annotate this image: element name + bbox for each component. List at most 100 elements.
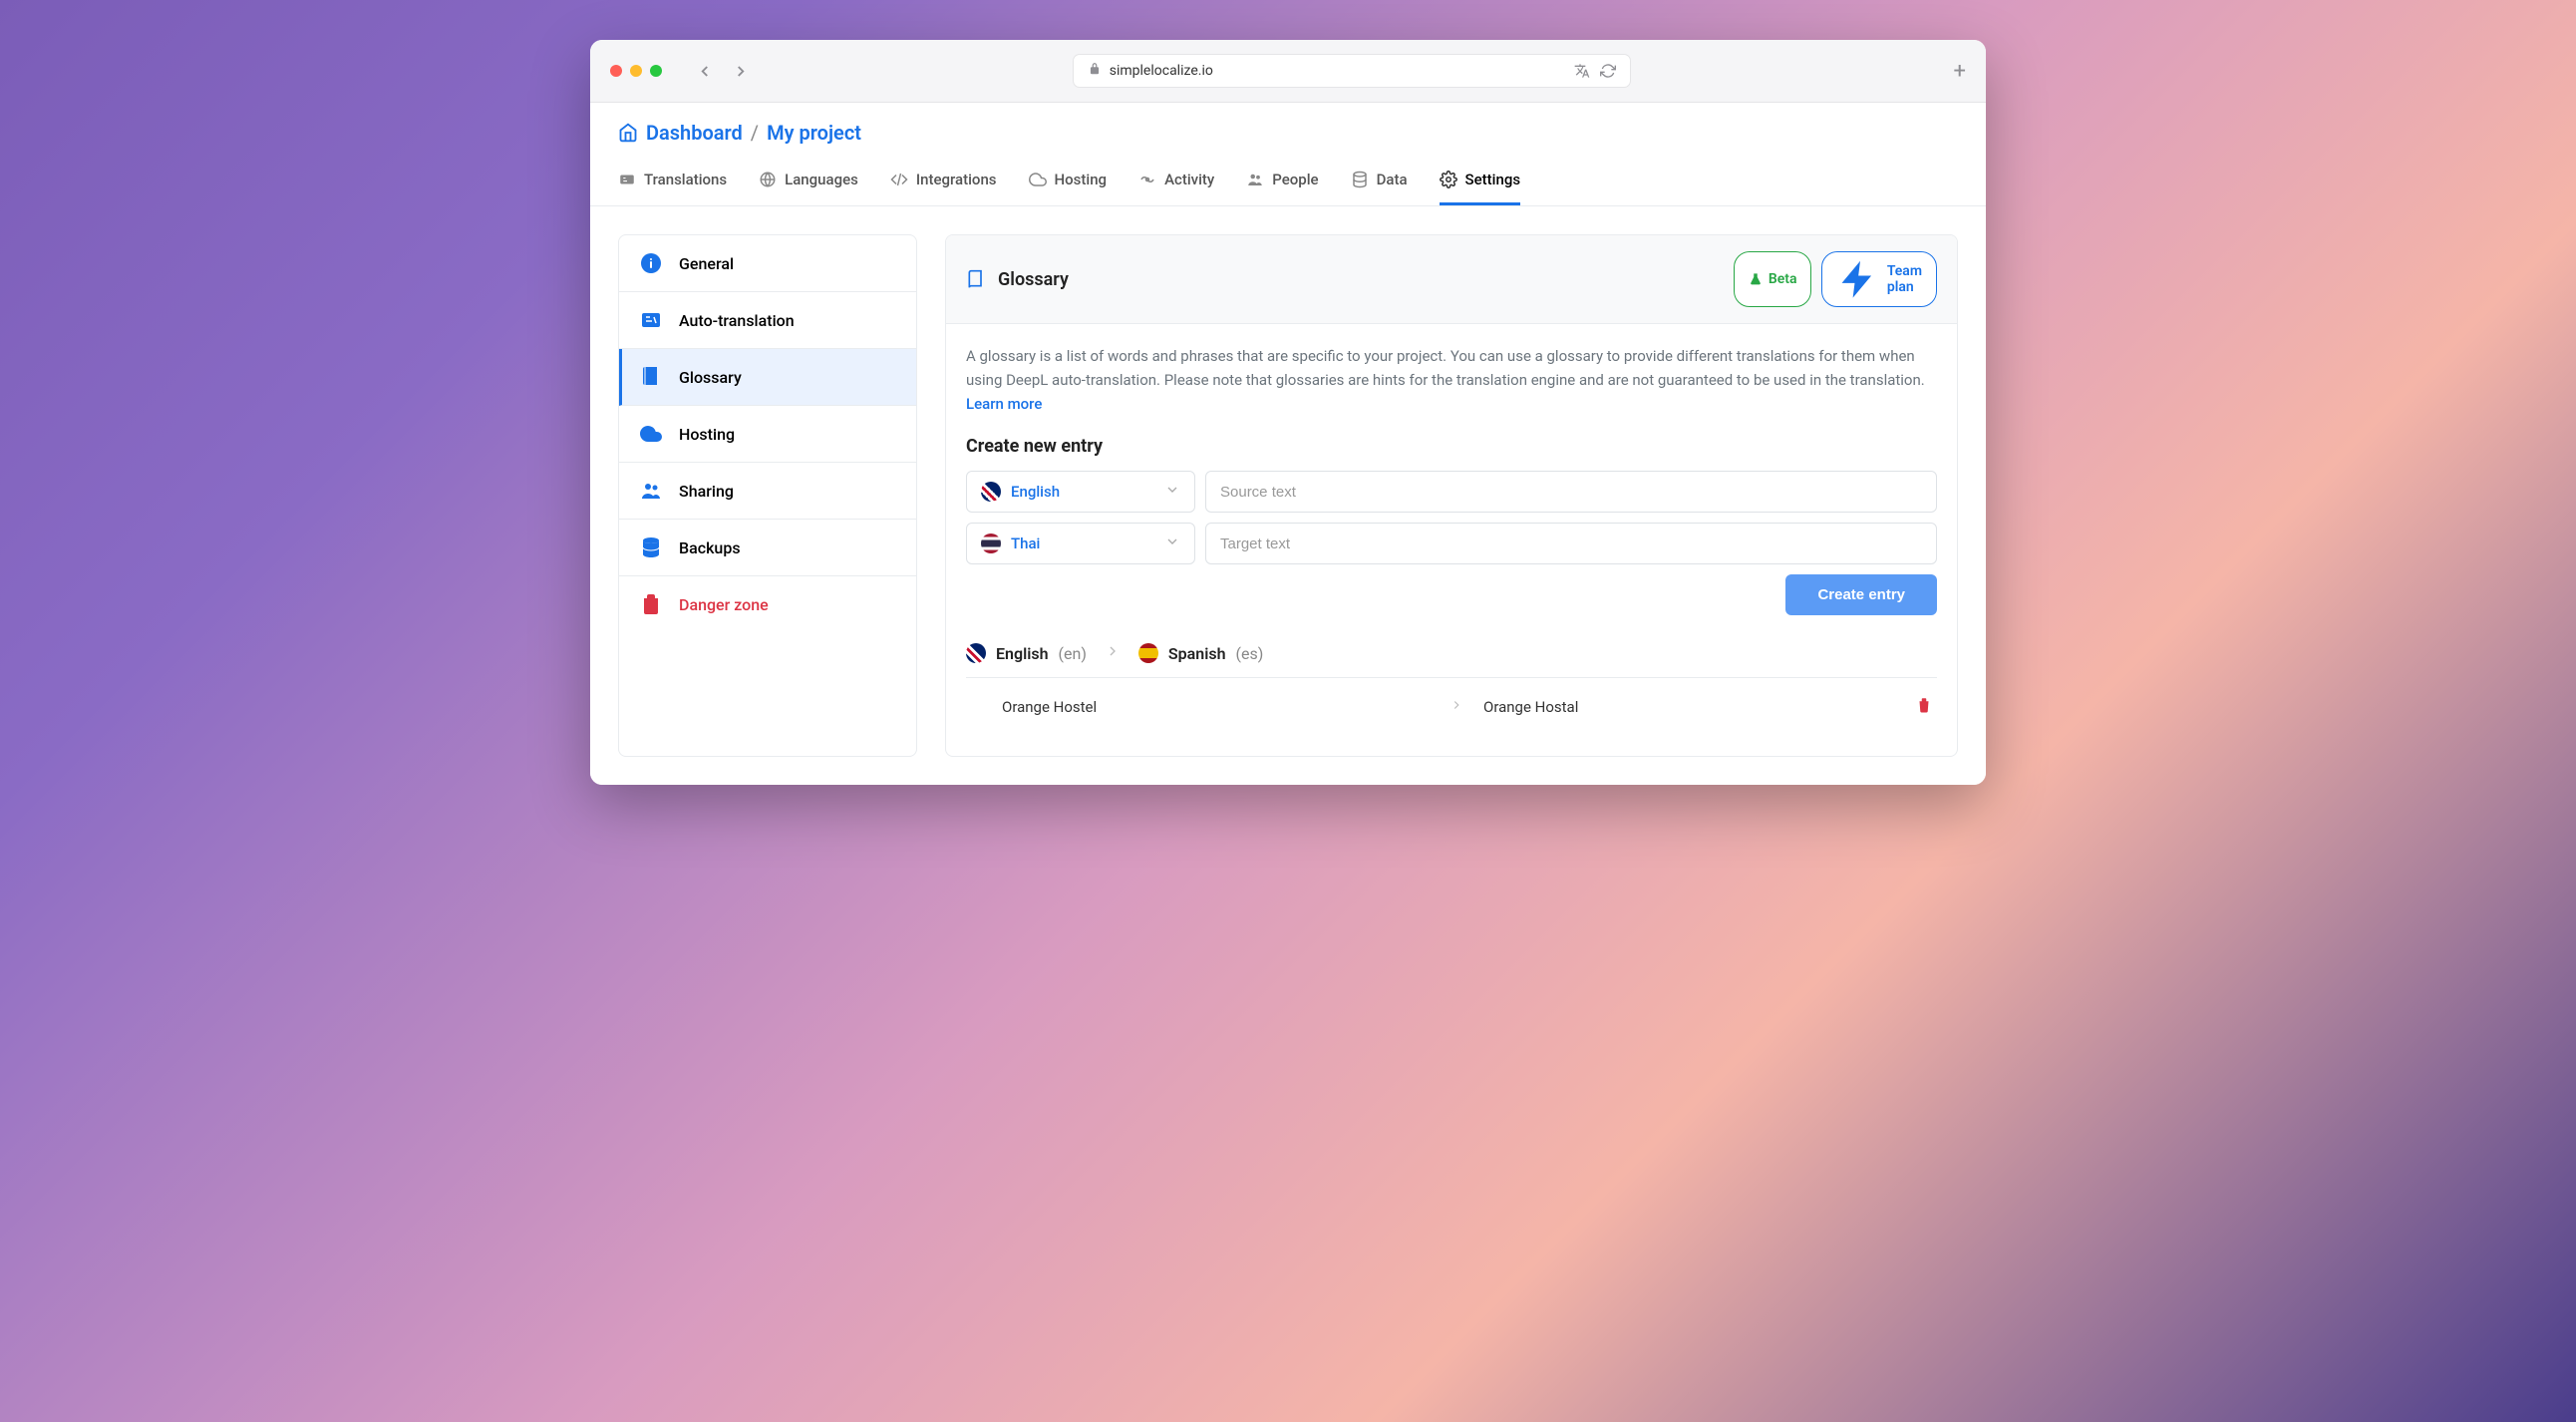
tab-integrations[interactable]: Integrations [890, 161, 997, 205]
app-header: Dashboard / My project Translations Lang… [590, 103, 1986, 206]
browser-window: simplelocalize.io + Dashboard / My proje… [590, 40, 1986, 785]
cloud-icon [639, 422, 663, 446]
close-window-button[interactable] [610, 65, 622, 77]
tab-label: Data [1377, 171, 1408, 188]
sidebar-item-label: Sharing [679, 482, 734, 501]
globe-icon [759, 171, 777, 188]
entry-target-text: Orange Hostal [1483, 698, 1911, 716]
chevron-down-icon [1164, 533, 1180, 553]
sidebar-item-auto-translation[interactable]: Auto-translation [619, 292, 916, 349]
panel-header: Glossary Beta Team plan [946, 235, 1957, 324]
maximize-window-button[interactable] [650, 65, 662, 77]
panel-body: A glossary is a list of words and phrase… [946, 324, 1957, 756]
people-icon [1246, 171, 1264, 188]
tab-activity[interactable]: Activity [1138, 161, 1214, 205]
learn-more-link[interactable]: Learn more [966, 395, 1042, 413]
target-language-label: Spanish [1168, 644, 1226, 663]
target-language-code: (es) [1236, 644, 1264, 663]
team-plan-badge[interactable]: Team plan [1821, 251, 1937, 307]
tab-label: Hosting [1055, 171, 1108, 188]
breadcrumb-current: My project [767, 121, 861, 145]
sidebar-item-sharing[interactable]: Sharing [619, 463, 916, 520]
cloud-icon [1029, 171, 1047, 188]
entry-source-text: Orange Hostel [1002, 698, 1430, 716]
settings-sidebar: General Auto-translation Glossary Hostin… [618, 234, 917, 757]
tab-data[interactable]: Data [1351, 161, 1408, 205]
tabs: Translations Languages Integrations Host… [618, 161, 1958, 205]
tab-hosting[interactable]: Hosting [1029, 161, 1108, 205]
language-label: English [1011, 483, 1060, 501]
book-icon [639, 365, 663, 389]
source-language-select[interactable]: English [966, 471, 1195, 513]
tab-translations[interactable]: Translations [618, 161, 727, 205]
chevron-right-icon [1449, 698, 1463, 716]
reload-icon[interactable] [1600, 61, 1616, 81]
database-icon [639, 535, 663, 559]
lock-icon [1088, 62, 1102, 80]
language-label: Thai [1011, 534, 1040, 552]
database-icon [1351, 171, 1369, 188]
sidebar-item-label: Glossary [679, 368, 742, 387]
badges: Beta Team plan [1734, 251, 1937, 307]
content: General Auto-translation Glossary Hostin… [590, 206, 1986, 785]
entry-form: English Thai [966, 471, 1937, 564]
info-icon [639, 251, 663, 275]
minimize-window-button[interactable] [630, 65, 642, 77]
nav-arrows [696, 60, 750, 83]
sidebar-item-general[interactable]: General [619, 235, 916, 292]
source-text-input[interactable] [1205, 471, 1937, 513]
tab-label: Activity [1164, 171, 1214, 188]
tab-settings[interactable]: Settings [1440, 161, 1521, 205]
sidebar-item-label: Auto-translation [679, 311, 795, 330]
target-language-select[interactable]: Thai [966, 523, 1195, 564]
sidebar-item-label: Danger zone [679, 595, 769, 614]
thailand-flag-icon [981, 533, 1001, 553]
people-icon [639, 479, 663, 503]
tab-label: Translations [644, 171, 727, 188]
activity-icon [1138, 171, 1156, 188]
spain-flag-icon [1138, 643, 1158, 663]
forward-button[interactable] [732, 60, 750, 83]
delete-entry-button[interactable] [1911, 692, 1937, 722]
sidebar-item-glossary[interactable]: Glossary [619, 349, 916, 406]
uk-flag-icon [966, 643, 986, 663]
target-text-input[interactable] [1205, 523, 1937, 564]
breadcrumb-separator: / [751, 121, 759, 145]
glossary-entry: Orange Hostel Orange Hostal [966, 678, 1937, 736]
tab-label: Settings [1465, 171, 1521, 188]
sidebar-item-label: General [679, 254, 734, 273]
uk-flag-icon [981, 482, 1001, 502]
address-bar[interactable]: simplelocalize.io [1073, 54, 1631, 88]
tab-people[interactable]: People [1246, 161, 1318, 205]
panel-title: Glossary [998, 269, 1069, 290]
back-button[interactable] [696, 60, 714, 83]
browser-chrome: simplelocalize.io + [590, 40, 1986, 103]
tab-languages[interactable]: Languages [759, 161, 858, 205]
sidebar-item-label: Hosting [679, 425, 735, 444]
auto-translate-icon [639, 308, 663, 332]
tab-label: People [1272, 171, 1318, 188]
breadcrumb: Dashboard / My project [618, 121, 1958, 145]
source-language-code: (en) [1059, 644, 1087, 663]
gear-icon [1440, 171, 1457, 188]
code-icon [890, 171, 908, 188]
translate-icon[interactable] [1574, 61, 1590, 81]
breadcrumb-root[interactable]: Dashboard [646, 121, 743, 145]
sidebar-item-danger-zone[interactable]: Danger zone [619, 576, 916, 632]
book-icon [966, 269, 986, 289]
glossary-description: A glossary is a list of words and phrase… [966, 344, 1937, 416]
create-entry-heading: Create new entry [966, 436, 1937, 457]
chevron-down-icon [1164, 482, 1180, 502]
sidebar-item-hosting[interactable]: Hosting [619, 406, 916, 463]
trash-icon [639, 592, 663, 616]
new-tab-button[interactable]: + [1954, 59, 1966, 84]
create-entry-button[interactable]: Create entry [1785, 574, 1937, 615]
chevron-right-icon [1105, 643, 1121, 663]
source-language-label: English [996, 644, 1049, 663]
tab-label: Integrations [916, 171, 997, 188]
home-icon[interactable] [618, 123, 638, 143]
main-panel: Glossary Beta Team plan A glossary is a … [945, 234, 1958, 757]
sidebar-item-backups[interactable]: Backups [619, 520, 916, 576]
address-bar-actions [1574, 61, 1616, 81]
beta-badge: Beta [1734, 251, 1812, 307]
